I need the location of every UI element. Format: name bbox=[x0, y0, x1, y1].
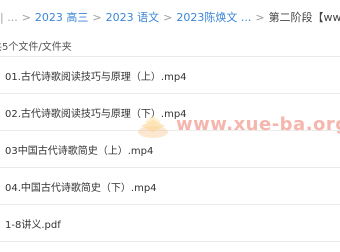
breadcrumb-separator: > bbox=[255, 10, 265, 24]
file-name[interactable]: 01.古代诗歌阅读技巧与原理（上）.mp4 bbox=[5, 68, 187, 83]
breadcrumb-item-current: 第二阶段【www... bbox=[268, 11, 340, 24]
breadcrumb-item-grade[interactable]: 2023 高三 bbox=[35, 9, 89, 25]
file-browser-page: | ... > 2023 高三 > 2023 语文 > 2023陈焕文 ... … bbox=[0, 0, 340, 252]
breadcrumb-separator: > bbox=[21, 10, 31, 24]
breadcrumb-item-teacher[interactable]: 2023陈焕文 ... bbox=[176, 9, 251, 25]
file-row[interactable]: 03中国古代诗歌简史（上）.mp4 bbox=[0, 131, 340, 168]
file-list: 01.古代诗歌阅读技巧与原理（上）.mp4 02.古代诗歌阅读技巧与原理（下）.… bbox=[0, 56, 340, 242]
breadcrumb-separator: > bbox=[92, 10, 102, 24]
file-name[interactable]: 03中国古代诗歌简史（上）.mp4 bbox=[5, 142, 153, 157]
file-name[interactable]: 04.中国古代诗歌简史（下）.mp4 bbox=[5, 179, 157, 194]
breadcrumb: | ... > 2023 高三 > 2023 语文 > 2023陈焕文 ... … bbox=[0, 0, 340, 34]
breadcrumb-lead[interactable]: | ... bbox=[0, 11, 18, 24]
file-row[interactable]: 01.古代诗歌阅读技巧与原理（上）.mp4 bbox=[0, 57, 340, 94]
file-count-label: 共5个文件/文件夹 bbox=[0, 42, 72, 53]
breadcrumb-item-subject[interactable]: 2023 语文 bbox=[106, 9, 160, 25]
file-name[interactable]: 1-8讲义.pdf bbox=[5, 216, 61, 231]
file-row[interactable]: 04.中国古代诗歌简史（下）.mp4 bbox=[0, 168, 340, 205]
file-row[interactable]: 02.古代诗歌阅读技巧与原理（下）.mp4 bbox=[0, 94, 340, 131]
breadcrumb-separator: > bbox=[163, 10, 173, 24]
file-name[interactable]: 02.古代诗歌阅读技巧与原理（下）.mp4 bbox=[5, 105, 187, 120]
file-row[interactable]: 1-8讲义.pdf bbox=[0, 205, 340, 242]
